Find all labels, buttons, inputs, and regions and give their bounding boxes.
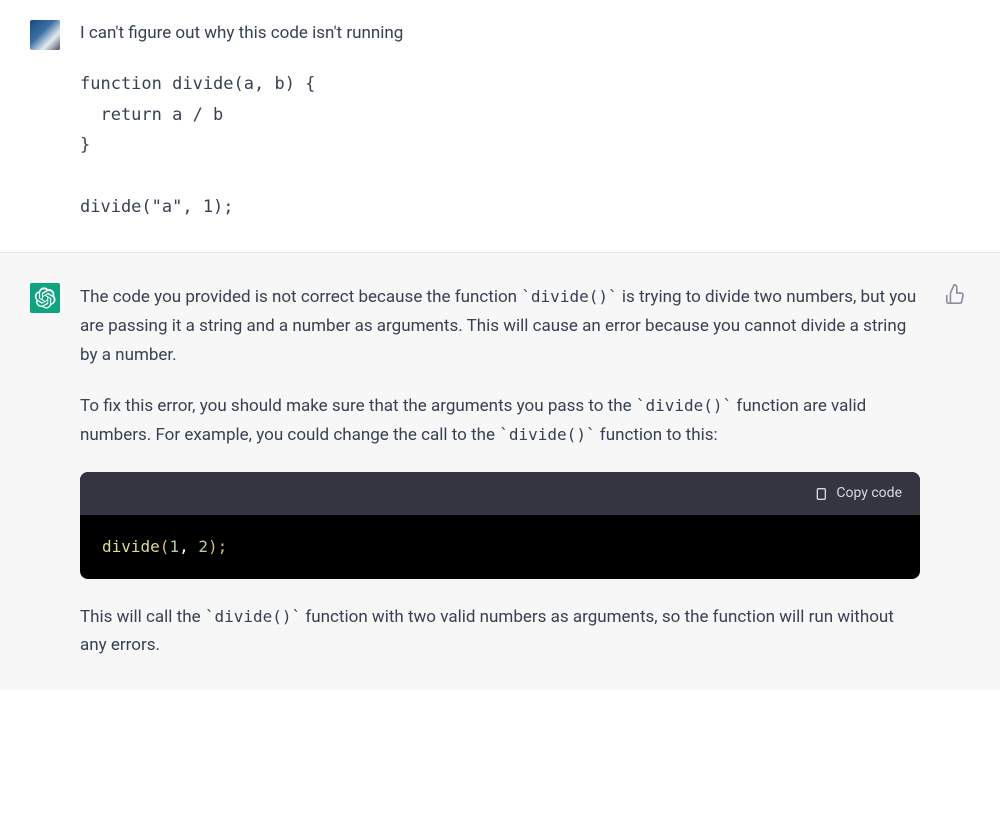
user-message: I can't figure out why this code isn't r… xyxy=(0,0,1000,252)
copy-code-label: Copy code xyxy=(836,482,902,506)
assistant-message: The code you provided is not correct bec… xyxy=(0,252,1000,690)
code-block-header: Copy code xyxy=(80,472,920,516)
user-prompt: I can't figure out why this code isn't r… xyxy=(80,20,920,47)
assistant-paragraph-1: The code you provided is not correct bec… xyxy=(80,283,920,370)
openai-logo-icon xyxy=(34,287,56,309)
user-code: function divide(a, b) { return a / b } d… xyxy=(80,69,920,222)
copy-code-button[interactable]: Copy code xyxy=(812,482,902,506)
inline-code: `divide()` xyxy=(521,287,617,306)
clipboard-icon xyxy=(812,486,828,502)
message-actions xyxy=(940,283,970,660)
inline-code: `divide()` xyxy=(499,425,595,444)
thumbs-up-button[interactable] xyxy=(944,283,966,305)
code-block: Copy code divide(1, 2); xyxy=(80,472,920,579)
user-avatar xyxy=(30,20,60,50)
assistant-avatar xyxy=(30,283,60,313)
thumbs-up-icon xyxy=(944,283,966,305)
user-content: I can't figure out why this code isn't r… xyxy=(80,20,920,222)
inline-code: `divide()` xyxy=(205,607,301,626)
code-block-body: divide(1, 2); xyxy=(80,515,920,578)
assistant-paragraph-2: To fix this error, you should make sure … xyxy=(80,392,920,450)
assistant-content: The code you provided is not correct bec… xyxy=(80,283,920,660)
inline-code: `divide()` xyxy=(636,396,732,415)
assistant-paragraph-3: This will call the `divide()` function w… xyxy=(80,603,920,661)
